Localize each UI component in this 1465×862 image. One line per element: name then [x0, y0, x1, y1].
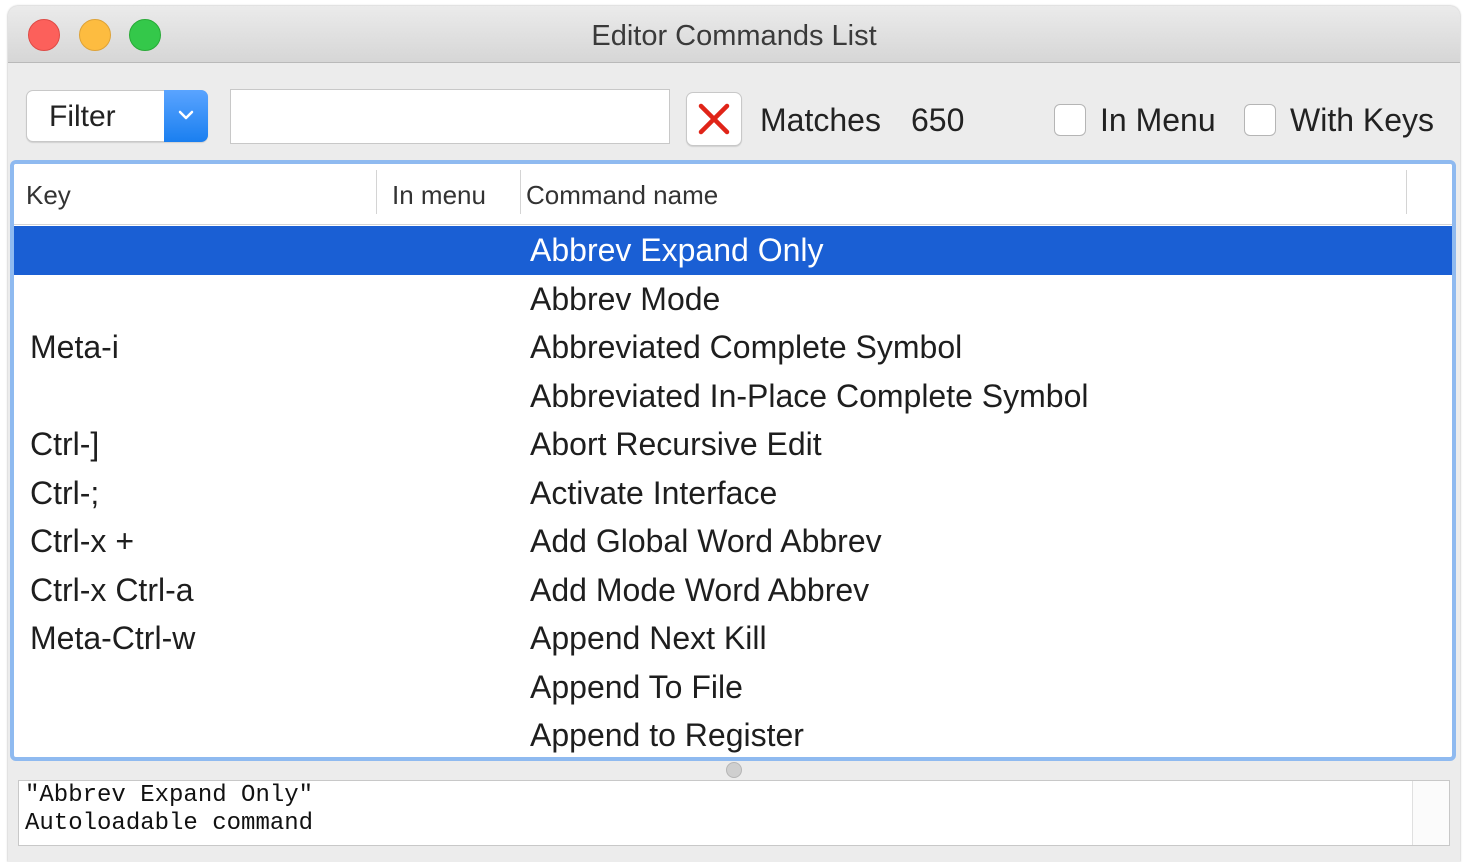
table-row[interactable]: Abbrev Mode	[14, 275, 1452, 324]
chevron-down-icon[interactable]	[164, 90, 208, 142]
command-name-cell: Abbreviated In-Place Complete Symbol	[530, 377, 1089, 414]
key-cell: Meta-Ctrl-w	[30, 620, 196, 656]
filter-type-select[interactable]: Filter	[26, 90, 208, 142]
key-cell: Ctrl-;	[30, 474, 100, 511]
table-row[interactable]: Abbreviated In-Place Complete Symbol	[14, 372, 1452, 421]
table-row[interactable]: Ctrl-] Abort Recursive Edit	[14, 420, 1452, 469]
table-row[interactable]: Append to Register	[14, 711, 1452, 757]
commands-table[interactable]: Key In menu Command name Abbrev Expand O…	[10, 160, 1456, 761]
command-name-cell: Append To File	[530, 668, 743, 705]
table-header: Key In menu Command name	[14, 164, 1452, 225]
command-name-cell: Add Global Word Abbrev	[530, 523, 882, 559]
window-title: Editor Commands List	[591, 20, 877, 52]
info-command-type: Autoloadable command	[25, 810, 314, 837]
in-menu-checkbox[interactable]	[1054, 104, 1086, 136]
split-view-handle[interactable]	[726, 762, 742, 778]
command-name-cell: Append Next Kill	[530, 620, 767, 656]
column-header-key[interactable]: Key	[26, 180, 71, 211]
with-keys-label[interactable]: With Keys	[1290, 102, 1434, 139]
column-divider[interactable]	[376, 170, 377, 214]
table-row[interactable]: Abbrev Expand Only	[14, 226, 1452, 275]
key-cell: Ctrl-x Ctrl-a	[30, 571, 194, 608]
info-command-name: "Abbrev Expand Only"	[25, 782, 314, 809]
info-scrollbar[interactable]	[1412, 781, 1449, 845]
with-keys-checkbox[interactable]	[1244, 104, 1276, 136]
key-cell: Meta-i	[30, 329, 119, 365]
key-cell: Ctrl-x +	[30, 523, 134, 559]
table-row[interactable]: Meta-Ctrl-w Append Next Kill	[14, 614, 1452, 663]
table-row[interactable]: Append To File	[14, 663, 1452, 712]
command-name-cell: Add Mode Word Abbrev	[530, 571, 870, 608]
key-cell: Ctrl-]	[30, 426, 100, 462]
filter-type-value: Filter	[49, 100, 116, 133]
column-divider[interactable]	[520, 170, 521, 214]
column-header-command-name[interactable]: Command name	[526, 180, 718, 211]
command-name-cell: Abbreviated Complete Symbol	[530, 329, 963, 365]
command-name-cell: Abbrev Mode	[530, 280, 721, 317]
column-header-in-menu[interactable]: In menu	[392, 180, 486, 211]
table-row[interactable]: Ctrl-x + Add Global Word Abbrev	[14, 517, 1452, 566]
command-name-cell: Activate Interface	[530, 474, 778, 511]
table-body: Abbrev Expand Only Abbrev Mode Meta-i Abbre…	[14, 226, 1452, 757]
title-bar: Editor Commands List	[8, 6, 1460, 63]
matches-count: 650	[911, 102, 965, 138]
in-menu-label[interactable]: In Menu	[1100, 102, 1216, 139]
editor-commands-window: Editor Commands List Filter Matches 650 …	[8, 6, 1460, 862]
close-x-icon	[698, 103, 730, 135]
table-row[interactable]: Ctrl-x Ctrl-a Add Mode Word Abbrev	[14, 566, 1452, 615]
table-row[interactable]: Ctrl-; Activate Interface	[14, 469, 1452, 518]
command-name-cell: Append to Register	[530, 717, 804, 753]
filter-input[interactable]	[230, 89, 670, 144]
command-name-cell: Abbrev Expand Only	[530, 232, 824, 268]
matches-label: Matches	[760, 102, 881, 138]
table-row[interactable]: Meta-i Abbreviated Complete Symbol	[14, 323, 1452, 372]
clear-filter-button[interactable]	[686, 92, 742, 146]
command-info-panel: "Abbrev Expand Only" Autoloadable comman…	[18, 780, 1450, 846]
command-name-cell: Abort Recursive Edit	[530, 426, 822, 462]
column-divider[interactable]	[1406, 170, 1407, 214]
